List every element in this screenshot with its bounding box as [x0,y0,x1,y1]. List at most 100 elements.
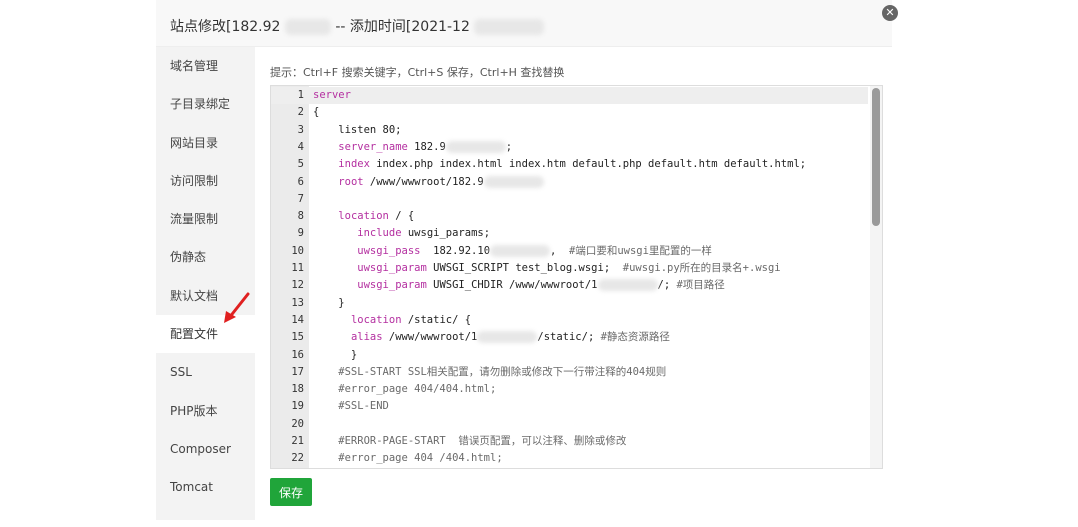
line-number: 17 [291,365,304,378]
dialog-title-time: -- 添加时间[2021-12 [335,19,470,35]
code-token: server [313,89,351,101]
line-number: 9 [297,227,304,240]
code-token: location [350,313,402,326]
code-token: #SSL-START SSL相关配置，请勿删除或修改下一行带注释的404规则 [313,365,667,378]
code-token: } [313,296,345,309]
code-line: 14 location /static/ { [271,312,868,329]
code-line: 16 } [271,347,868,364]
code-token: /www/wwwroot/1 [382,331,478,344]
redacted-blur [477,331,538,344]
code-token: #ERROR-PAGE-START 错误页配置，可以注释、删除或修改 [313,435,627,447]
code-text: } [313,295,345,312]
line-number: 2 [297,106,304,119]
sidebar-item[interactable]: Tomcat [156,468,255,506]
line-number: 10 [291,244,304,257]
sidebar-item[interactable]: 网站目录 [156,124,255,162]
code-text: } [313,347,357,364]
sidebar-item[interactable]: 伪静态 [156,238,255,276]
sidebar: 域名管理 子目录绑定 网站目录 访问限制 流量限制 伪静态 默认文档 配置文件 SSL PHP版本… [156,47,255,520]
code-token: #项目路径 [676,279,725,292]
code-text: root /www/wwwroot/182.9 [313,174,544,191]
code-text: uwsgi_param UWSGI_CHDIR /www/wwwroot/1 /;… [313,277,725,294]
redacted-blur [483,175,544,188]
line-number: 13 [291,296,304,309]
save-button[interactable]: 保存 [270,478,312,506]
code-token: /; [657,279,677,292]
code-line: 2{ [271,104,868,121]
sidebar-item[interactable]: 域名管理 [156,47,255,85]
redacted-blur [490,244,551,257]
code-text: #error_page 404 /404.html; [313,450,502,467]
code-text: #SSL-END [313,398,389,415]
site-edit-dialog: 站点修改[182.92 -- 添加时间[2021-12 ✕ 域名管理 子目录绑定网… [156,0,898,520]
code-text: server [313,87,351,104]
code-token: #静态资源路径 [600,331,670,344]
code-line: 7 [271,191,868,208]
code-line: 21 #ERROR-PAGE-START 错误页配置，可以注释、删除或修改 [271,433,868,450]
line-number: 19 [291,400,304,413]
code-line: 4 server_name 182.9; [271,139,868,156]
main-panel: 提示：Ctrl+F 搜索关键字，Ctrl+S 保存，Ctrl+H 查找替换 1s… [255,47,892,520]
code-line: 3 listen 80; [271,122,868,139]
editor-scrollbar[interactable] [870,86,882,468]
redacted-blur [445,140,506,153]
line-number: 20 [291,417,304,430]
sidebar-item[interactable]: PHP版本 [156,392,255,430]
code-token: /www/wwwroot/182.9 [363,175,484,188]
code-line: 8 location / { [271,208,868,225]
sidebar-item[interactable]: 访问限制 [156,162,255,200]
line-number: 18 [291,383,304,396]
code-text: location / { [313,208,414,225]
close-icon[interactable]: ✕ [882,5,898,21]
code-line: 1 server [271,87,868,105]
code-text: location /static/ { [313,312,471,329]
code-token: #uwsgi.py所在的目录名+.wsgi [622,262,781,274]
code-line: 22 #error_page 404 /404.html; [271,450,868,467]
code-editor[interactable]: 1 server 2{3 listen 80; 4 server_name 182.9… [270,85,883,469]
shortcut-hint: 提示：Ctrl+F 搜索关键字，Ctrl+S 保存，Ctrl+H 查找替换 [270,66,565,79]
code-line: 17 #SSL-START SSL相关配置，请勿删除或修改下一行带注释的404规… [271,364,868,381]
sidebar-item[interactable]: 流量限制 [156,200,255,238]
code-token: include [357,227,402,240]
code-text: { [313,104,319,121]
redacted-blur [474,19,545,35]
code-token: 182.9 [407,140,446,153]
code-text: uwsgi_pass 182.92.10, #端口要和uwsgi里配置的一样 [313,243,712,260]
code-text: include uwsgi_params; [313,225,490,242]
line-number: 6 [297,175,304,188]
code-line: 10 uwsgi_pass 182.92.10, #端口要和uwsgi里配置的一… [271,243,868,260]
code-token: uwsgi_param [357,279,427,292]
code-line: 13 } [271,295,868,312]
code-text: uwsgi_param UWSGI_SCRIPT test_blog.wsgi;… [313,260,781,277]
line-number: 14 [291,313,304,326]
red-arrow-icon [224,292,250,323]
sidebar-item[interactable]: SSL [156,353,255,391]
code-line: 19 #SSL-END [271,398,868,415]
code-text: alias /www/wwwroot/1/static/; #静态资源路径 [313,329,670,346]
sidebar-item[interactable]: 子目录绑定 [156,85,255,123]
code-token: index.php index.html index.htm default.p… [369,158,807,171]
scrollbar-thumb[interactable] [872,88,880,226]
code-text: listen 80; [313,122,401,139]
code-text: #ERROR-PAGE-START 错误页配置，可以注释、删除或修改 [313,433,626,450]
code-token: uwsgi_param [357,262,427,274]
code-token: 182.92.10 [420,244,491,257]
line-number: 7 [297,192,304,205]
code-token: location [338,210,389,223]
line-number: 11 [291,262,304,274]
sidebar-item[interactable]: Composer [156,430,255,468]
code-line: 5 index index.php index.html index.htm d… [271,156,868,173]
line-number: 12 [291,279,304,292]
code-line: 9 include uwsgi_params; [271,225,868,242]
code-line: 15 alias /www/wwwroot/1/static/; #静态资源路径 [271,329,868,346]
code-token: #error_page 404/404.html; [313,383,497,396]
code-token: /static/ { [401,313,472,326]
redacted-blur [597,279,658,292]
code-token: index [338,158,370,171]
